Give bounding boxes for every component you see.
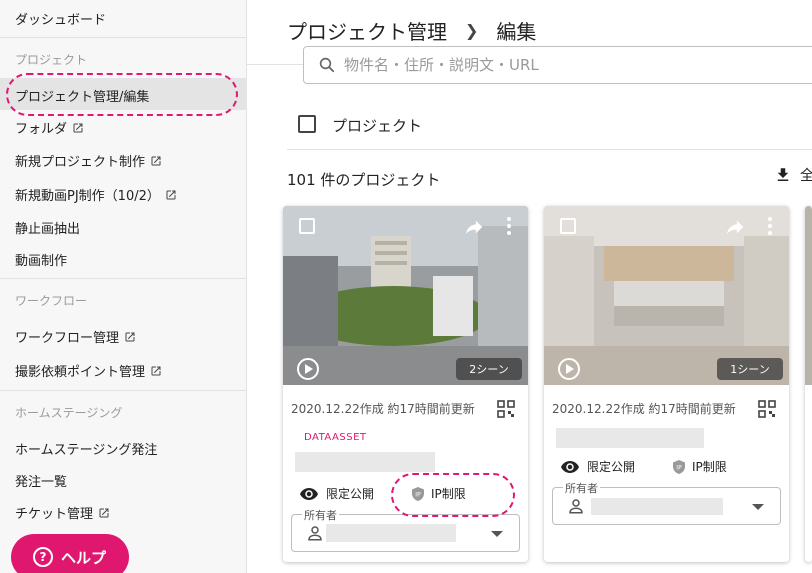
project-card[interactable]: 1シーン 2020.12.22作成 約17時間前更新 限定公開 IP IP制限 …	[544, 206, 789, 562]
sidebar-item-label: 新規動画PJ制作（10/2）	[15, 189, 160, 204]
sidebar-item-label: ホームステージング発注	[15, 443, 158, 458]
download-label: 全	[800, 168, 812, 184]
divider	[287, 149, 812, 150]
divider	[0, 278, 247, 279]
chevron-right-icon: ❯	[465, 21, 479, 40]
person-icon	[308, 526, 322, 541]
select-all-label: プロジェクト	[332, 117, 423, 135]
panorama-thumbnail[interactable]: 1シーン	[544, 206, 789, 385]
share-icon[interactable]	[463, 216, 485, 238]
person-icon	[569, 499, 583, 514]
card-checkbox[interactable]	[560, 218, 576, 234]
eye-icon	[561, 460, 579, 473]
help-label: ヘルプ	[61, 548, 107, 567]
ip-label: IP制限	[692, 460, 727, 474]
redacted-project-name	[556, 428, 704, 448]
panorama-thumbnail	[805, 206, 812, 385]
redacted-owner	[326, 524, 456, 542]
sidebar-item-still-extract[interactable]: 静止画抽出	[15, 218, 80, 237]
scene-count-badge: 2シーン	[456, 358, 522, 380]
owner-label: 所有者	[563, 480, 600, 496]
share-icon[interactable]	[724, 216, 746, 238]
external-link-icon	[99, 508, 109, 517]
sidebar-item-folder[interactable]: フォルダ	[15, 118, 84, 137]
select-all-checkbox[interactable]	[298, 115, 316, 133]
sidebar-item-order-list[interactable]: 発注一覧	[15, 471, 67, 490]
sidebar-item-new-project[interactable]: 新規プロジェクト制作	[15, 151, 162, 170]
breadcrumb: プロジェクト管理 ❯ 編集	[287, 16, 536, 45]
visibility-label: 限定公開	[587, 460, 636, 474]
visibility-status[interactable]: 限定公開	[300, 485, 374, 502]
external-link-icon	[166, 190, 176, 199]
external-link-icon	[125, 332, 135, 341]
sidebar-item-ticket-manage[interactable]: チケット管理	[15, 503, 110, 522]
annotation-highlight-oval	[6, 73, 238, 116]
external-link-icon	[151, 156, 161, 165]
external-link-icon	[73, 123, 83, 132]
divider	[0, 390, 247, 391]
search-input[interactable]	[344, 56, 764, 74]
help-button[interactable]: ? ヘルプ	[11, 534, 129, 573]
download-icon	[777, 168, 789, 181]
section-heading-project: プロジェクト	[15, 53, 88, 67]
sidebar-item-label: チケット管理	[15, 507, 94, 522]
sidebar-item-label: ダッシュボード	[15, 13, 107, 28]
sidebar-item-new-video[interactable]: 新規動画PJ制作（10/2）	[15, 185, 177, 204]
ip-shield-icon: IP	[673, 459, 685, 474]
scene-count-badge: 1シーン	[717, 358, 783, 380]
redacted-project-name	[295, 452, 435, 472]
project-count: 101 件のプロジェクト	[287, 171, 441, 189]
sidebar-item-label: 静止画抽出	[15, 222, 81, 237]
owner-label: 所有者	[302, 507, 339, 523]
card-dates: 2020.12.22作成 約17時間前更新	[291, 402, 475, 416]
sidebar-item-label: 発注一覧	[15, 475, 68, 490]
owner-select[interactable]: 所有者	[291, 507, 520, 552]
visibility-status[interactable]: 限定公開	[561, 458, 635, 475]
breadcrumb-project-manage[interactable]: プロジェクト管理	[287, 16, 447, 45]
eye-icon	[300, 487, 318, 500]
page-title: 編集	[496, 20, 537, 44]
card-checkbox[interactable]	[299, 218, 315, 234]
divider	[0, 37, 247, 38]
sidebar-item-workflow-manage[interactable]: ワークフロー管理	[15, 327, 136, 346]
sidebar-item-video-make[interactable]: 動画制作	[15, 250, 67, 269]
dropdown-arrow-icon	[491, 531, 503, 537]
sidebar-item-shoot-points[interactable]: 撮影依頼ポイント管理	[15, 361, 162, 380]
download-button[interactable]: 全	[774, 165, 812, 185]
qr-code-icon[interactable]	[497, 400, 515, 418]
sidebar-item-label: 動画制作	[15, 254, 68, 269]
dropdown-arrow-icon	[752, 504, 764, 510]
annotation-highlight-oval	[391, 473, 515, 517]
sidebar-item-label: フォルダ	[15, 122, 68, 137]
sidebar-item-label: 撮影依頼ポイント管理	[15, 365, 146, 380]
help-icon: ?	[33, 547, 53, 567]
sidebar-item-label: 新規プロジェクト制作	[15, 155, 146, 170]
project-card[interactable]	[805, 206, 812, 562]
panorama-thumbnail[interactable]: 2シーン	[283, 206, 528, 385]
play-icon[interactable]	[297, 358, 319, 380]
search-icon	[319, 57, 335, 73]
sidebar-item-staging-order[interactable]: ホームステージング発注	[15, 439, 157, 458]
sidebar-item-dashboard[interactable]: ダッシュボード	[15, 9, 106, 28]
redacted-owner	[591, 498, 723, 515]
card-dates: 2020.12.22作成 約17時間前更新	[552, 402, 736, 416]
section-heading-staging: ホームステージング	[15, 406, 123, 420]
svg-text:IP: IP	[676, 464, 682, 471]
search-bar[interactable]	[303, 46, 812, 84]
section-heading-workflow: ワークフロー	[15, 294, 88, 308]
tag-label: DATAASSET	[304, 432, 367, 443]
more-vert-icon[interactable]	[505, 216, 513, 236]
external-link-icon	[151, 366, 161, 375]
play-icon[interactable]	[558, 358, 580, 380]
owner-select[interactable]: 所有者	[552, 480, 781, 525]
ip-restriction-status[interactable]: IP IP制限	[672, 458, 727, 475]
sidebar-item-label: ワークフロー管理	[15, 331, 120, 346]
more-vert-icon[interactable]	[766, 216, 774, 236]
visibility-label: 限定公開	[326, 487, 375, 501]
qr-code-icon[interactable]	[758, 400, 776, 418]
